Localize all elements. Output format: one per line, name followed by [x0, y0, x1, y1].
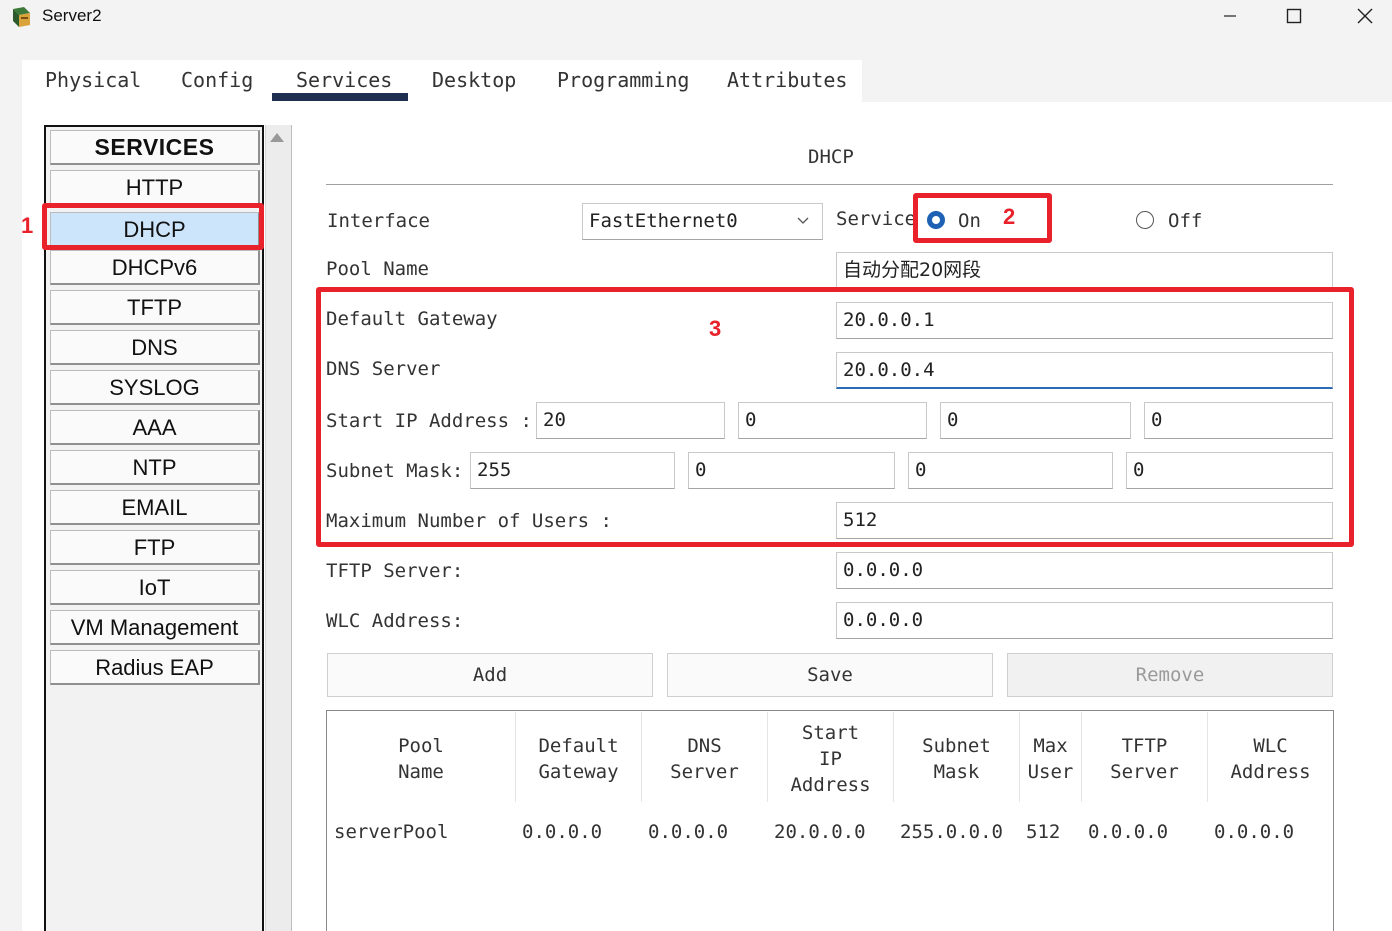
header-line: Gateway [538, 761, 619, 783]
add-button[interactable]: Add [327, 653, 653, 697]
close-button[interactable] [1342, 0, 1388, 32]
interface-label: Interface [327, 210, 430, 232]
tab-programming[interactable]: Programming [557, 68, 689, 92]
sidebar-item-syslog[interactable]: SYSLOG [50, 370, 260, 405]
header-line: Subnet [922, 735, 991, 757]
app-icon [10, 5, 34, 29]
annotation-number-2: 2 [1003, 204, 1016, 229]
table-cell-max-user[interactable]: 512 [1026, 821, 1060, 843]
tftp-server-input[interactable]: 0.0.0.0 [836, 552, 1333, 589]
sidebar-item-vm-management[interactable]: VM Management [50, 610, 260, 645]
header-line: WLC [1253, 735, 1288, 757]
table-cell-subnet-mask[interactable]: 255.0.0.0 [900, 821, 1003, 843]
column-header-start-ip: Start IP Address [768, 720, 893, 798]
pool-name-input[interactable]: 自动分配20网段 [836, 252, 1333, 289]
column-header-tftp-server: TFTP Server [1082, 733, 1207, 785]
interface-select[interactable]: FastEthernet0 [582, 203, 823, 240]
header-line: Mask [933, 761, 980, 783]
tab-attributes[interactable]: Attributes [727, 68, 847, 92]
service-off-label: Off [1168, 210, 1203, 232]
sidebar-item-dns[interactable]: DNS [50, 330, 260, 365]
sidebar-header: SERVICES [50, 130, 260, 165]
column-header-max-user: Max User [1020, 733, 1081, 785]
annotation-number-3: 3 [709, 316, 722, 341]
title-divider [326, 184, 1333, 185]
sidebar-item-radius-eap[interactable]: Radius EAP [50, 650, 260, 685]
header-line: DNS [687, 735, 722, 757]
pool-name-label: Pool Name [326, 258, 429, 280]
header-line: Max [1033, 735, 1068, 757]
column-header-wlc-address: WLC Address [1208, 733, 1333, 785]
sidebar-item-tftp[interactable]: TFTP [50, 290, 260, 325]
tab-services[interactable]: Services [296, 68, 392, 92]
tab-physical[interactable]: Physical [45, 68, 141, 92]
table-cell-dns-server[interactable]: 0.0.0.0 [648, 821, 728, 843]
scroll-up-arrow-icon[interactable] [270, 133, 284, 142]
wlc-address-label: WLC Address: [326, 610, 464, 632]
sidebar-item-ntp[interactable]: NTP [50, 450, 260, 485]
header-line: Address [790, 774, 871, 796]
sidebar-item-dhcpv6[interactable]: DHCPv6 [50, 250, 260, 285]
table-cell-wlc-address[interactable]: 0.0.0.0 [1214, 821, 1294, 843]
table-cell-default-gateway[interactable]: 0.0.0.0 [522, 821, 602, 843]
tab-desktop[interactable]: Desktop [432, 68, 516, 92]
interface-value: FastEthernet0 [589, 210, 738, 232]
table-cell-pool-name[interactable]: serverPool [334, 821, 448, 843]
annotation-box-1 [42, 203, 264, 250]
table-cell-start-ip[interactable]: 20.0.0.0 [774, 821, 866, 843]
sidebar-item-iot[interactable]: IoT [50, 570, 260, 605]
annotation-number-1: 1 [21, 213, 34, 238]
header-line: Name [398, 761, 444, 783]
save-button[interactable]: Save [667, 653, 993, 697]
window-title: Server2 [42, 6, 102, 25]
minimize-button[interactable] [1207, 0, 1253, 32]
panel-title: DHCP [808, 146, 854, 168]
header-line: Address [1230, 761, 1311, 783]
maximize-button[interactable] [1271, 0, 1317, 32]
column-header-pool-name: Pool Name [327, 733, 515, 785]
header-line: User [1027, 761, 1074, 783]
column-header-subnet-mask: Subnet Mask [894, 733, 1019, 785]
remove-button[interactable]: Remove [1007, 653, 1333, 697]
header-line: IP [819, 748, 842, 770]
sidebar-scrollbar[interactable] [265, 125, 292, 931]
header-line: TFTP [1121, 735, 1168, 757]
column-header-default-gateway: Default Gateway [516, 733, 641, 785]
sidebar-item-ftp[interactable]: FTP [50, 530, 260, 565]
table-cell-tftp-server[interactable]: 0.0.0.0 [1088, 821, 1168, 843]
header-line: Start [801, 722, 860, 744]
header-line: Server [1110, 761, 1179, 783]
service-off-radio[interactable] [1136, 211, 1154, 229]
column-header-dns-server: DNS Server [642, 733, 767, 785]
chevron-down-icon [796, 213, 810, 232]
sidebar-item-http[interactable]: HTTP [50, 170, 260, 205]
active-tab-indicator [272, 93, 408, 101]
tab-config[interactable]: Config [181, 68, 253, 92]
sidebar-item-email[interactable]: EMAIL [50, 490, 260, 525]
service-label: Service [836, 208, 917, 230]
annotation-box-3 [316, 287, 1354, 547]
sidebar-item-aaa[interactable]: AAA [50, 410, 260, 445]
header-line: Default [538, 735, 619, 757]
title-bar [0, 0, 1392, 36]
wlc-address-input[interactable]: 0.0.0.0 [836, 602, 1333, 639]
header-line: Server [670, 761, 739, 783]
header-line: Pool [398, 735, 444, 757]
tftp-server-label: TFTP Server: [326, 560, 464, 582]
annotation-box-2 [913, 193, 1052, 243]
